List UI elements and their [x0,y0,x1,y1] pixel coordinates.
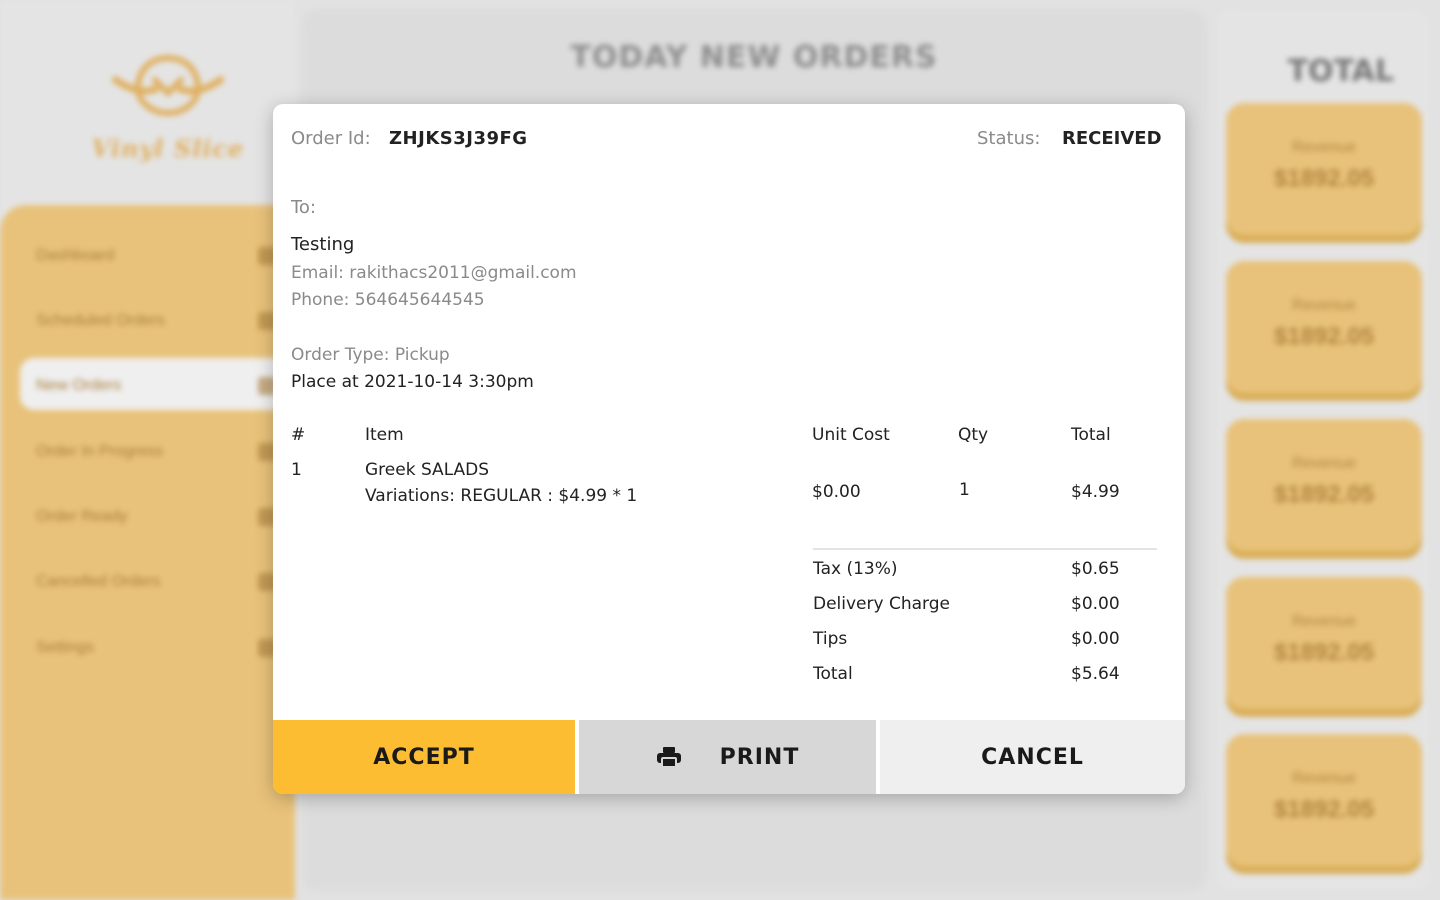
revenue-label: Revenue [1291,139,1357,156]
col-header-unit-cost: Unit Cost [812,425,890,445]
status-value: RECEIVED [1062,128,1162,149]
revenue-card: Revenue $1892.05 [1226,261,1422,393]
summary-tips-value: $0.00 [1071,629,1120,649]
order-id-label: Order Id: [291,128,371,149]
summary-total-value: $5.64 [1071,664,1120,684]
row-number: 1 [291,460,302,480]
print-button-label: PRINT [719,744,800,770]
col-header-item: Item [365,425,404,445]
logo-emblem-icon [108,48,228,128]
customer-name: Testing [291,234,355,255]
row-unit-cost: $0.00 [812,482,861,502]
nav-item-order-ready[interactable]: Order Ready [36,502,276,532]
revenue-label: Revenue [1291,613,1357,630]
nav-item-dashboard[interactable]: Dashboard [36,241,276,271]
revenue-label: Revenue [1291,455,1357,472]
revenue-value: $1892.05 [1273,323,1375,350]
row-item-variations: Variations: REGULAR : $4.99 * 1 [365,486,638,506]
revenue-label: Revenue [1291,770,1357,787]
nav-item-label: Cancelled Orders [36,573,161,590]
summary-total-label: Total [813,664,853,684]
nav-item-label: Order Ready [36,508,128,525]
nav-item-order-in-progress[interactable]: Order In Progress [36,437,276,467]
to-label: To: [291,197,317,218]
row-total: $4.99 [1071,482,1120,502]
totals-panel-title: TOTAL [1287,54,1394,89]
nav-item-label: Order In Progress [36,443,164,460]
col-header-number: # [291,425,306,445]
nav-item-label: Dashboard [36,247,115,264]
summary-tax-value: $0.65 [1071,559,1120,579]
nav-item-new-orders[interactable]: New Orders [36,371,276,401]
summary-delivery-label: Delivery Charge [813,594,950,614]
logo-text: Vinyl Slice [91,134,245,163]
revenue-label: Revenue [1291,297,1357,314]
revenue-value: $1892.05 [1273,165,1375,192]
customer-email: Email: rakithacs2011@gmail.com [291,263,577,283]
brand-logo: Vinyl Slice [88,48,248,168]
printer-icon [656,746,682,768]
print-button[interactable]: PRINT [579,720,876,794]
revenue-value: $1892.05 [1273,481,1375,508]
accept-button[interactable]: ACCEPT [273,720,575,794]
order-type: Order Type: Pickup [291,345,450,365]
row-item-name: Greek SALADS [365,460,490,480]
summary-tips-label: Tips [813,629,848,649]
revenue-value: $1892.05 [1273,796,1375,823]
placed-at: Place at 2021-10-14 3:30pm [291,372,534,392]
order-detail-modal: Order Id: ZHJKS3J39FG Status: RECEIVED T… [273,104,1185,794]
nav-item-settings[interactable]: Settings [36,633,276,663]
modal-actions: ACCEPT PRINT CANCEL [273,720,1185,794]
summary-divider [813,548,1157,550]
customer-phone: Phone: 564645644545 [291,290,485,310]
status-label: Status: [977,128,1041,149]
nav-item-label: Settings [36,639,94,656]
revenue-card: Revenue $1892.05 [1226,419,1422,551]
revenue-card: Revenue $1892.05 [1226,577,1422,709]
nav-item-scheduled-orders[interactable]: Scheduled Orders [36,306,276,336]
revenue-value: $1892.05 [1273,639,1375,666]
sidebar: Vinyl Slice Dashboard Scheduled Orders N… [0,0,295,900]
row-qty: 1 [959,480,970,500]
nav-item-label: Scheduled Orders [36,312,165,329]
cancel-button[interactable]: CANCEL [880,720,1185,794]
col-header-qty: Qty [958,425,989,445]
nav-item-label: New Orders [36,377,122,394]
orders-panel-title: TODAY NEW ORDERS [570,40,938,75]
cancel-button-label: CANCEL [981,744,1084,770]
summary-delivery-value: $0.00 [1071,594,1120,614]
order-id-value: ZHJKS3J39FG [389,128,528,149]
revenue-card: Revenue $1892.05 [1226,734,1422,866]
revenue-card: Revenue $1892.05 [1226,103,1422,235]
accept-button-label: ACCEPT [373,744,475,770]
summary-tax-label: Tax (13%) [813,559,898,579]
nav-item-cancelled-orders[interactable]: Cancelled Orders [36,567,276,597]
col-header-total: Total [1071,425,1111,445]
